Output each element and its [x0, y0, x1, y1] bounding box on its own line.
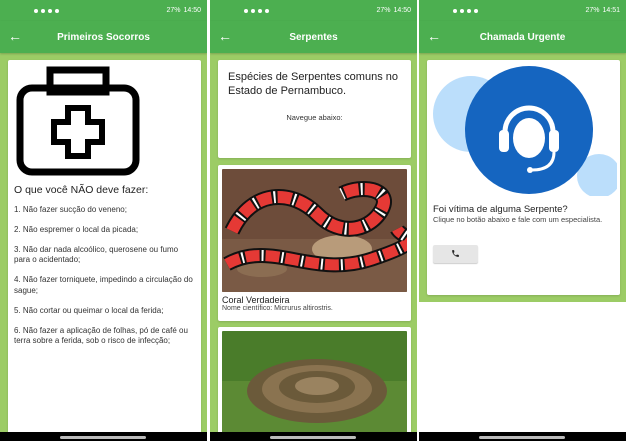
screen-serpentes: 27% 14:50 ← Serpentes Espécies de Serpent…	[210, 0, 417, 441]
intro-subtitle: Navegue abaixo:	[286, 112, 343, 122]
snake-card[interactable]: Coral Verdadeira Nome científico: Micrur…	[218, 165, 411, 321]
battery-text: 27%	[166, 7, 181, 14]
headset-support-icon	[433, 66, 617, 196]
battery-text: 27%	[376, 7, 391, 14]
screen-chamada-urgente: 27% 14:51 ← Chamada Urgente Foi vítima de…	[419, 0, 626, 441]
app-bar: ← Primeiros Socorros	[0, 21, 207, 53]
nav-bar	[0, 432, 207, 441]
list-item: 1. Não fazer sucção do veneno;	[14, 205, 127, 214]
intro-card: Espécies de Serpentes comuns no Estado d…	[218, 60, 411, 158]
battery-text: 27%	[585, 7, 600, 14]
section-heading: O que você NÃO deve fazer:	[14, 184, 149, 196]
home-indicator[interactable]	[479, 436, 565, 439]
snake-name: Coral Verdadeira	[222, 295, 290, 305]
page-title: Primeiros Socorros	[57, 31, 150, 43]
home-indicator[interactable]	[270, 436, 356, 439]
call-heading: Foi vítima de alguma Serpente?	[433, 204, 568, 215]
nav-bar	[419, 432, 626, 441]
call-description: Clique no botão abaixo e fale com um esp…	[433, 215, 603, 224]
back-arrow-icon[interactable]: ←	[8, 28, 24, 44]
nav-bar	[210, 432, 417, 441]
phone-icon	[452, 250, 459, 258]
status-bar: 27% 14:50	[0, 0, 207, 21]
snake-photo	[222, 331, 407, 433]
empty-area	[419, 302, 626, 441]
snake-card[interactable]	[218, 327, 411, 437]
screen-primeiros-socorros: 27% 14:50 ← Primeiros Socorros O que você…	[0, 0, 207, 441]
status-bar: 27% 14:50	[210, 0, 417, 21]
clock-text: 14:50	[393, 7, 411, 14]
snake-photo	[222, 169, 407, 292]
call-button[interactable]	[433, 244, 478, 263]
list-item: 3. Não dar nada alcoólico, querosene ou …	[14, 244, 179, 265]
snake-scientific-name: Nome científico: Micrurus altirostris.	[222, 305, 333, 312]
first-aid-card: O que você NÃO deve fazer: 1. Não fazer …	[8, 60, 201, 435]
back-arrow-icon[interactable]: ←	[427, 28, 443, 44]
list-item: 4. Não fazer torniquete, impedindo a cir…	[14, 275, 193, 295]
page-title: Chamada Urgente	[479, 31, 566, 43]
list-item: 5. Não cortar ou queimar o local da feri…	[14, 305, 164, 315]
home-indicator[interactable]	[60, 436, 146, 439]
list-item: 6. Não fazer a aplicação de folhas, pó d…	[14, 325, 188, 346]
back-arrow-icon[interactable]: ←	[218, 28, 234, 44]
app-bar: ← Serpentes	[210, 21, 417, 53]
intro-heading: Espécies de Serpentes comuns no Estado d…	[228, 71, 398, 98]
clock-text: 14:50	[183, 7, 201, 14]
urgent-call-card: Foi vítima de alguma Serpente? Clique no…	[427, 60, 620, 295]
app-screens: 27% 14:50 ← Primeiros Socorros O que você…	[0, 0, 626, 441]
app-bar: ← Chamada Urgente	[419, 21, 626, 53]
status-bar: 27% 14:51	[419, 0, 626, 21]
list-item: 2. Não espremer o local da picada;	[14, 224, 139, 234]
first-aid-kit-icon	[16, 66, 140, 176]
page-title: Serpentes	[289, 31, 338, 43]
clock-text: 14:51	[602, 7, 620, 14]
